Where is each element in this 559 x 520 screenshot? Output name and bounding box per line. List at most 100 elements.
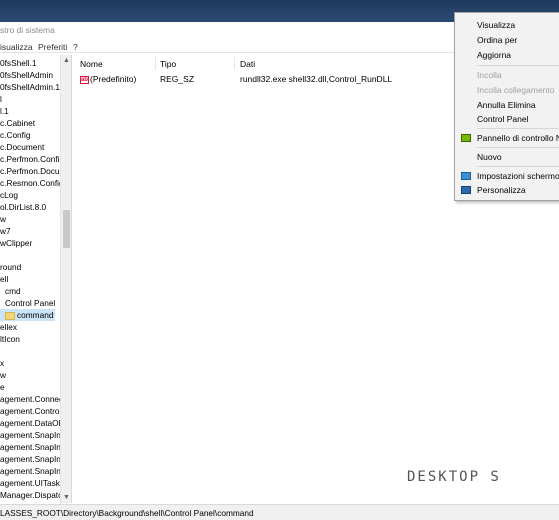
tree-item[interactable]: ellex (0, 321, 17, 333)
tree-item-label: l (0, 94, 2, 104)
tree-item[interactable]: c.Config (0, 129, 30, 141)
context-menu-item[interactable]: Visualizza (455, 18, 559, 32)
tree-item[interactable]: 0fsShellAdmin (0, 69, 53, 81)
tree-item[interactable]: ol.DirList.8.0 (0, 201, 46, 213)
display-settings-icon (461, 172, 471, 180)
tree-item[interactable]: cLog (0, 189, 18, 201)
context-menu-item[interactable]: Personalizza (455, 183, 559, 197)
menu-separator (477, 147, 559, 148)
tree-item[interactable]: w (0, 369, 6, 381)
tree-item-label: c.Config (0, 130, 31, 140)
tree-item[interactable]: agement.UITasks (0, 477, 64, 489)
tree-item[interactable]: agement.SnapInA (0, 441, 66, 453)
context-menu-label: Nuovo (477, 152, 502, 162)
tree-item[interactable]: Control Panel (5, 297, 55, 309)
tree-item[interactable]: l (0, 93, 2, 105)
context-menu-item[interactable]: Ordina per (455, 33, 559, 47)
context-menu-item[interactable]: Annulla Elimina (455, 98, 559, 112)
tree-item-label: 0fsShellAdmin.1 (0, 82, 60, 92)
tree-item-label: cLog (0, 190, 18, 200)
column-divider[interactable] (234, 57, 235, 70)
status-bar-path: LASSES_ROOT\Directory\Background\shell\C… (0, 504, 559, 520)
column-header-dati[interactable]: Dati (240, 59, 255, 69)
tree-item-label: agement.DataObj (0, 418, 66, 428)
tree-item[interactable]: 0fsShell.1 (0, 57, 36, 69)
tree-item[interactable]: x (0, 357, 4, 369)
tree-item[interactable]: wClipper (0, 237, 32, 249)
tree-item[interactable]: c.Cabinet (0, 117, 35, 129)
scroll-thumb[interactable] (63, 210, 70, 248)
tree-item-label: ellex (0, 322, 18, 332)
tree-item[interactable]: w (0, 213, 6, 225)
context-menu-label: Annulla Elimina (477, 100, 536, 110)
scroll-up-icon[interactable]: ▲ (61, 55, 71, 66)
tree-item-label: e (0, 382, 5, 392)
context-menu-item: Incolla collegamento (455, 83, 559, 97)
folder-icon (5, 311, 15, 320)
tree-item-label: l.1 (0, 106, 9, 116)
tree-item[interactable]: e (0, 381, 5, 393)
tree-item[interactable]: command (0, 309, 55, 321)
tree-item-label: round (0, 262, 22, 272)
menu-preferiti[interactable]: Preferiti (38, 42, 67, 52)
tree-item[interactable]: agement.Control (0, 405, 61, 417)
tree-item-label: wClipper (0, 238, 33, 248)
tree-item[interactable]: c.Perfmon.Docum (0, 165, 66, 177)
desktop-context-menu: Visualizza Ordina per Aggiorna Incolla Incol… (454, 12, 559, 201)
context-menu-label: Incolla (477, 70, 502, 80)
menu-help[interactable]: ? (73, 42, 78, 52)
tree-item-label: ltIcon (0, 334, 20, 344)
tree-item-label: ell (0, 274, 9, 284)
tree-item-label: w (0, 370, 6, 380)
context-menu-item[interactable]: Aggiorna (455, 48, 559, 62)
context-menu-item[interactable]: Control Panel (455, 112, 559, 126)
scroll-down-icon[interactable]: ▼ (61, 492, 71, 503)
tree-item-label: x (0, 358, 5, 368)
tree-item[interactable]: round (0, 261, 21, 273)
menu-visualizza[interactable]: isualizza (0, 42, 33, 52)
context-menu-label: Personalizza (477, 185, 526, 195)
tree-item[interactable]: agement.SnapInE (0, 465, 66, 477)
column-divider[interactable] (155, 57, 156, 70)
nvidia-icon (461, 134, 471, 142)
value-data: rundll32.exe shell32.dll,Control_RunDLL (240, 74, 393, 84)
tree-item[interactable]: ell (0, 273, 8, 285)
context-menu-item[interactable]: Impostazioni schermo (455, 169, 559, 183)
context-menu-item[interactable]: Nuovo (455, 150, 559, 164)
tree-scrollbar[interactable]: ▲ ▼ (60, 55, 71, 503)
tree-item-label: agement.SnapIn (0, 430, 61, 440)
context-menu-label: Control Panel (477, 114, 529, 124)
tree-item-label: agement.SnapInC (0, 454, 67, 464)
tree-item-label: agement.SnapInE (0, 466, 67, 476)
tree-item[interactable]: agement.Connect (0, 393, 66, 405)
tree-item-label: cmd (5, 286, 21, 296)
tree-item[interactable]: c.Perfmon.Config (0, 153, 64, 165)
column-header-nome[interactable]: Nome (80, 59, 103, 69)
tree-item-label: 0fsShellAdmin (0, 70, 54, 80)
tree-item[interactable]: l.1 (0, 105, 9, 117)
tree-item[interactable]: agement.SnapInC (0, 453, 67, 465)
value-type: REG_SZ (160, 74, 195, 84)
tree-item-label: Control Panel (5, 298, 56, 308)
tree-item-label: agement.Connect (0, 394, 66, 404)
tree-item-label: w7 (0, 226, 11, 236)
tree-item-label: c.Perfmon.Docum (0, 166, 67, 176)
registry-tree[interactable]: 0fsShell.1 0fsShellAdmin 0fsShellAdmin.1 l l… (0, 55, 72, 503)
tree-item[interactable]: cmd (5, 285, 21, 297)
menu-separator (477, 128, 559, 129)
context-menu-label: Visualizza (477, 20, 516, 30)
column-header-tipo[interactable]: Tipo (160, 59, 176, 69)
tree-item[interactable]: w7 (0, 225, 11, 237)
tree-item[interactable]: agement.SnapIn (0, 429, 61, 441)
tree-item[interactable]: ltIcon (0, 333, 20, 345)
context-menu-item[interactable]: Pannello di controllo NVIDIA (455, 131, 559, 145)
tree-item[interactable]: agement.DataObj (0, 417, 65, 429)
tree-item-label: command (17, 310, 54, 320)
tree-item[interactable]: c.Document (0, 141, 44, 153)
tree-item[interactable]: 0fsShellAdmin.1 (0, 81, 60, 93)
string-value-icon: ab (80, 75, 89, 84)
value-name-cell: ab (Predefinito) (80, 74, 136, 84)
menu-separator (477, 65, 559, 66)
tree-item[interactable]: c.Resmon.Config (0, 177, 64, 189)
personalize-icon (461, 186, 471, 194)
